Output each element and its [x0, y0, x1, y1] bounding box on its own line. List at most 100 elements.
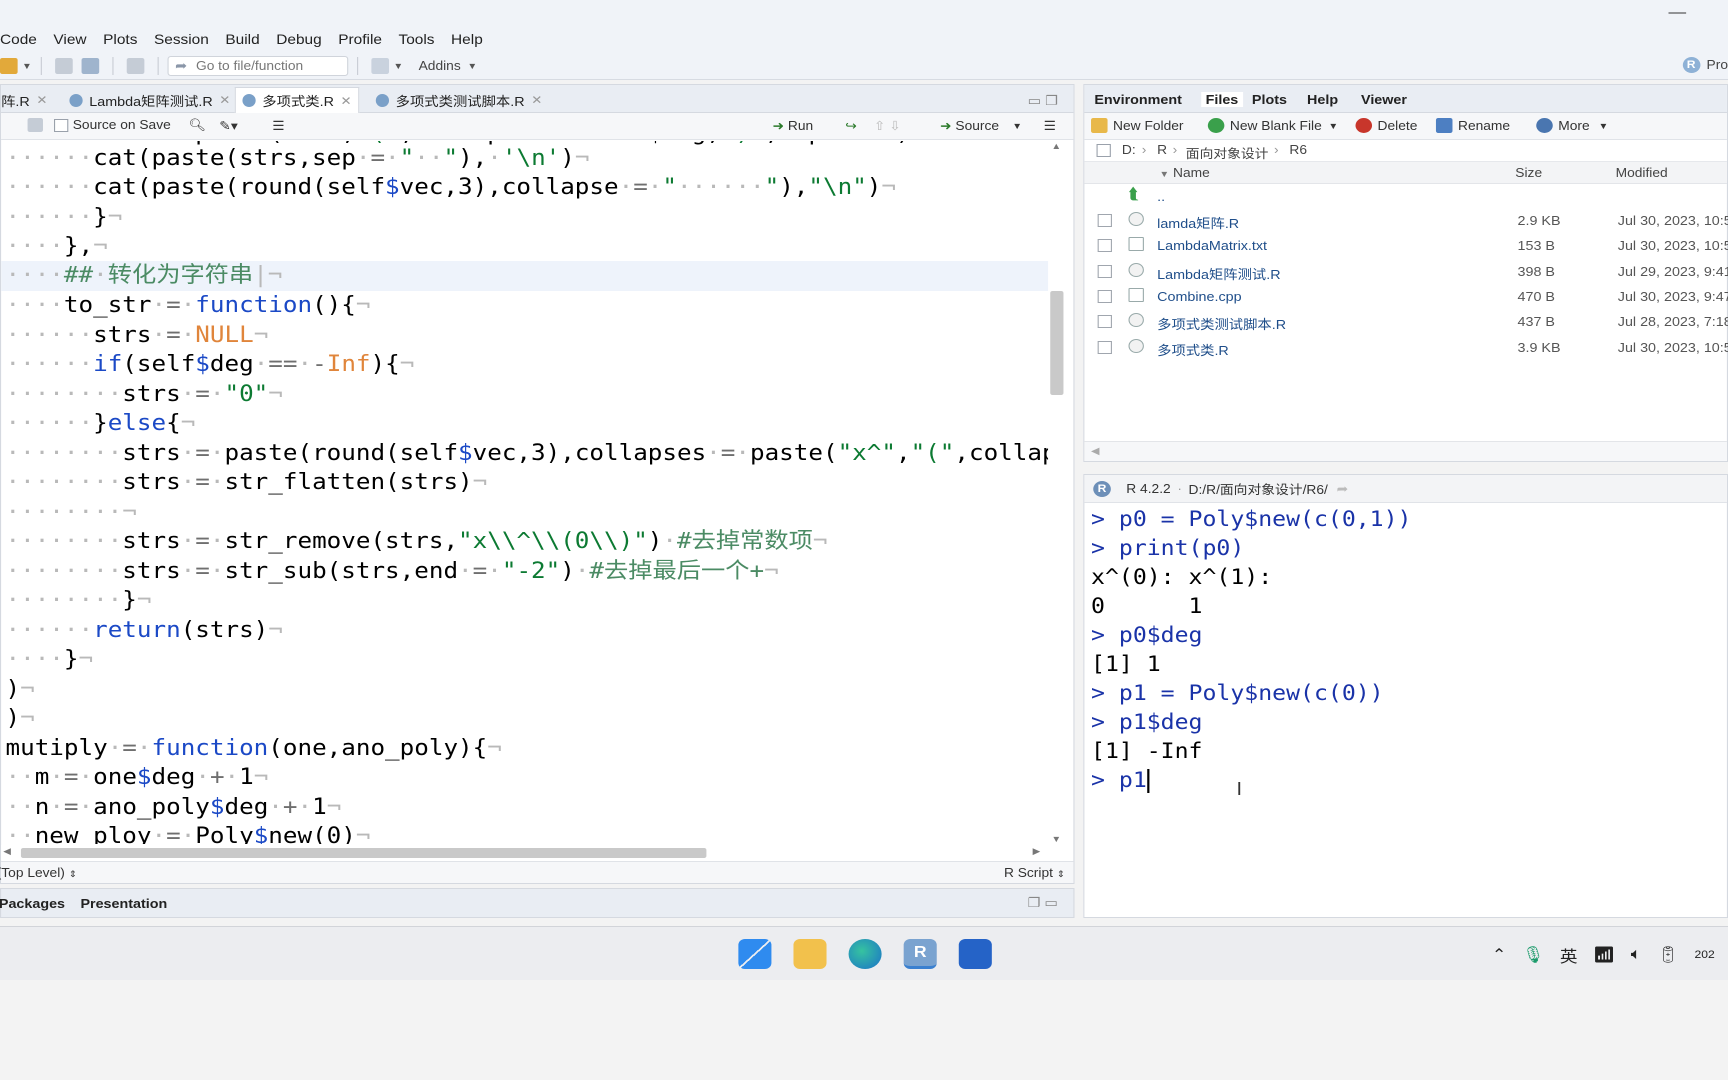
menu-plots[interactable]: Plots [103, 31, 137, 47]
print-icon[interactable] [126, 57, 145, 74]
outline-icon[interactable]: ☰ [272, 118, 284, 133]
tab-packages[interactable]: Packages [0, 896, 65, 911]
row-checkbox[interactable] [1097, 214, 1112, 227]
chevron-up-icon[interactable]: ⌃ [1492, 945, 1507, 965]
menu-view[interactable]: View [53, 31, 86, 47]
clock[interactable]: 202 [1695, 949, 1715, 961]
editor-horizontal-scrollbar[interactable]: ◀ ▶ [1, 845, 1051, 860]
file-row[interactable]: Lambda矩阵测试.R 398 B Jul 29, 2023, 9:41 [1084, 259, 1728, 284]
tab-files[interactable]: Files [1201, 92, 1243, 107]
wifi-icon[interactable]: 📶︎ [1593, 945, 1615, 965]
menu-tools[interactable]: Tools [398, 31, 434, 47]
restore-pane-icon[interactable]: ❐ ▭ [1028, 895, 1058, 911]
code-editor[interactable]: ······strs·=·paste("x^","(",collapses·=·… [1, 141, 1051, 844]
battery-icon[interactable]: 🔋︎ [1657, 945, 1679, 965]
rename-button[interactable]: Rename [1435, 118, 1510, 133]
windows-start-icon[interactable] [738, 939, 772, 969]
menu-build[interactable]: Build [225, 31, 259, 47]
scroll-left-icon[interactable]: ◀ [1091, 446, 1099, 457]
addins-menu[interactable]: Addins [419, 59, 461, 73]
parent-directory-row[interactable]: ⮬ .. [1084, 184, 1726, 209]
tab-presentation[interactable]: Presentation [80, 896, 167, 911]
file-row[interactable]: 多项式类测试脚本.R 437 B Jul 28, 2023, 7:18 [1084, 309, 1728, 334]
select-all-checkbox[interactable] [1096, 144, 1111, 157]
menu-help[interactable]: Help [451, 31, 483, 47]
new-blank-file-button[interactable]: New Blank File ▼ [1207, 118, 1338, 133]
row-checkbox[interactable] [1097, 290, 1112, 303]
source-on-save-checkbox[interactable]: Source on Save [53, 118, 171, 132]
edge-browser-icon[interactable] [848, 939, 882, 969]
rerun-icon[interactable]: ↪ [845, 118, 857, 133]
chevron-down-icon[interactable]: ▼ [467, 61, 477, 71]
files-horizontal-scrollbar[interactable]: ◀ [1084, 441, 1727, 461]
scrollbar-thumb[interactable] [1050, 291, 1064, 395]
scope-selector[interactable]: (Top Level) ⇕ [0, 866, 77, 880]
minimize-button[interactable]: — [1668, 4, 1686, 22]
close-icon[interactable]: ✕ [341, 94, 352, 108]
console-output[interactable]: > p0 = Poly$new(c(0,1)) > print(p0) x^(0… [1091, 505, 1727, 795]
tab-polynomial-test-script[interactable]: 多项式类测试脚本.R ✕ [369, 87, 549, 113]
open-file-icon[interactable] [0, 57, 18, 74]
menu-session[interactable]: Session [154, 31, 209, 47]
go-to-directory-icon[interactable]: ➦ [1337, 481, 1349, 496]
scroll-up-icon[interactable]: ▲ [1051, 141, 1061, 151]
file-row[interactable]: LambdaMatrix.txt 153 B Jul 30, 2023, 10:… [1084, 233, 1728, 258]
maximize-pane-icon[interactable]: ▭ ❐ [1028, 93, 1058, 109]
row-checkbox[interactable] [1097, 239, 1112, 252]
breadcrumb-folder[interactable]: 面向对象设计 [1186, 143, 1269, 162]
editor-vertical-scrollbar[interactable]: ▲ ▼ [1048, 141, 1065, 844]
volume-icon[interactable]: 🔈︎ [1631, 946, 1642, 964]
input-method-indicator[interactable]: 英 [1560, 943, 1578, 967]
rstudio-icon[interactable]: R [903, 939, 937, 969]
close-icon[interactable]: ✕ [36, 93, 47, 107]
microphone-icon[interactable]: 🎙︎ [1522, 945, 1544, 965]
chevron-down-icon[interactable]: ▼ [22, 61, 32, 71]
file-type-selector[interactable]: R Script ⇕ [1004, 866, 1065, 880]
menu-profile[interactable]: Profile [338, 31, 382, 47]
source-button[interactable]: ➜ Source ▼ [940, 118, 1022, 134]
tab-plots[interactable]: Plots [1252, 92, 1287, 107]
chevron-down-icon[interactable]: ▼ [393, 61, 403, 71]
save-icon[interactable] [55, 57, 73, 74]
tab-viewer[interactable]: Viewer [1361, 92, 1407, 107]
breadcrumb-drive[interactable]: D: [1122, 143, 1136, 157]
close-icon[interactable]: ✕ [531, 93, 542, 107]
scrollbar-thumb[interactable] [20, 848, 707, 858]
chevron-down-icon[interactable]: ▼ [1012, 121, 1022, 131]
tab-environment[interactable]: Environment [1094, 92, 1182, 107]
row-checkbox[interactable] [1097, 341, 1112, 354]
column-modified[interactable]: Modified [1616, 166, 1668, 180]
delete-button[interactable]: Delete [1355, 118, 1417, 133]
tab-help[interactable]: Help [1307, 92, 1338, 107]
checkbox-icon[interactable] [53, 118, 69, 132]
column-name[interactable]: ▼ Name [1159, 166, 1209, 180]
run-button[interactable]: ➜ Run [773, 118, 814, 134]
tab-polynomial-class[interactable]: 多项式类.R ✕ [234, 87, 360, 113]
row-checkbox[interactable] [1097, 265, 1112, 278]
go-up-icon[interactable]: ⇧ ⇩ [874, 118, 901, 133]
console-working-directory[interactable]: D:/R/面向对象设计/R6/ [1189, 479, 1328, 498]
column-size[interactable]: Size [1515, 166, 1542, 180]
scroll-down-icon[interactable]: ▼ [1051, 834, 1061, 844]
search-icon[interactable]: 🔍︎ [188, 118, 205, 133]
new-folder-button[interactable]: New Folder [1091, 118, 1184, 133]
tab-lamda-matrix[interactable]: 阵.R ✕ [0, 87, 54, 113]
file-row[interactable]: Combine.cpp 470 B Jul 30, 2023, 9:47 [1084, 284, 1728, 309]
save-all-icon[interactable] [81, 57, 100, 74]
file-row[interactable]: 多项式类.R 3.9 KB Jul 30, 2023, 10:5 [1084, 335, 1728, 360]
menu-code[interactable]: Code [0, 31, 37, 47]
goto-file-input[interactable]: ➦ Go to file/function [167, 55, 349, 76]
save-icon[interactable] [27, 118, 43, 132]
menu-debug[interactable]: Debug [276, 31, 321, 47]
doc-outline-icon[interactable]: ☰ [1044, 118, 1056, 133]
close-icon[interactable]: ✕ [219, 93, 230, 107]
scroll-left-icon[interactable]: ◀ [3, 846, 11, 857]
file-explorer-icon[interactable] [793, 939, 827, 969]
row-checkbox[interactable] [1097, 315, 1112, 328]
breadcrumb-r[interactable]: R [1157, 143, 1167, 157]
grid-layout-icon[interactable] [371, 57, 389, 74]
scroll-right-icon[interactable]: ▶ [1033, 846, 1041, 857]
tab-lambda-matrix-test[interactable]: Lambda矩阵测试.R ✕ [63, 87, 237, 113]
breadcrumb-r6[interactable]: R6 [1289, 143, 1307, 157]
file-row[interactable]: lamda矩阵.R 2.9 KB Jul 30, 2023, 10:5 [1084, 208, 1728, 233]
